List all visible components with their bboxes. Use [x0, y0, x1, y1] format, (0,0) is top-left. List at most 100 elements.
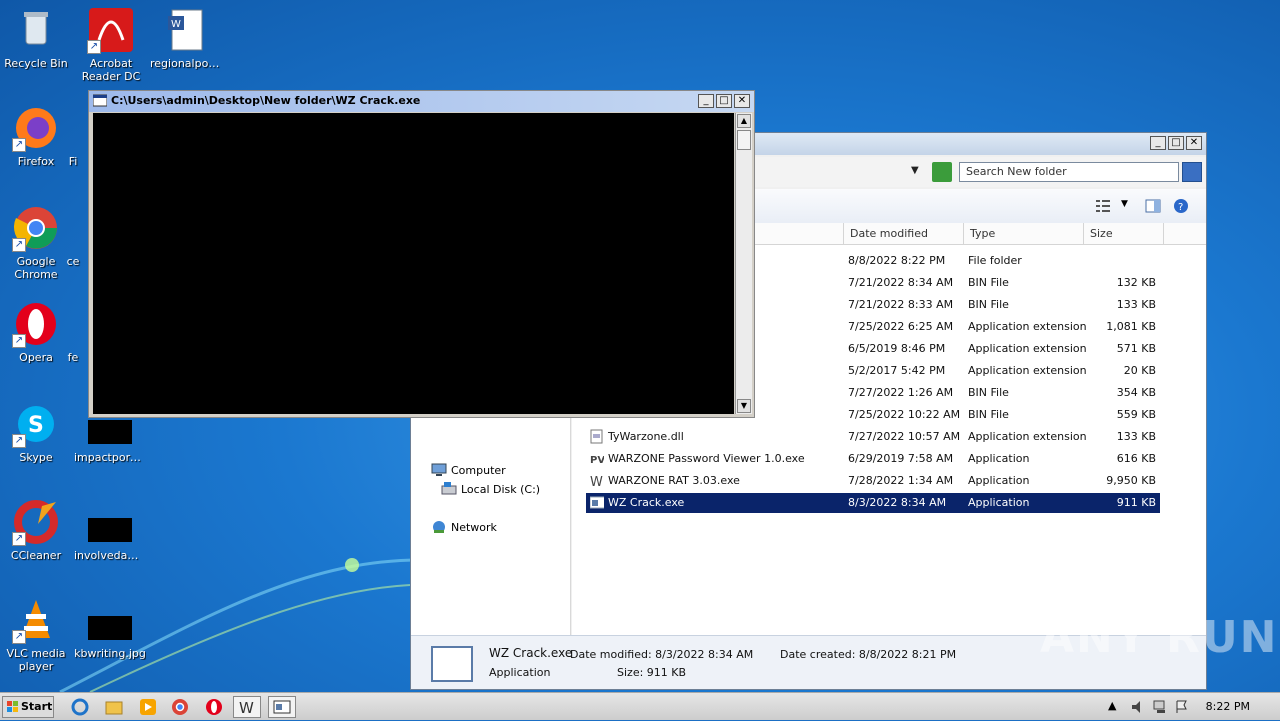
- tray-overflow-icon[interactable]: ▲: [1108, 699, 1116, 712]
- shortcut-arrow-icon: ↗: [12, 138, 26, 152]
- firefox-icon: ↗: [12, 104, 60, 152]
- console-icon: [273, 700, 291, 714]
- file-icon: [63, 104, 83, 152]
- desktop-icon-involvedam[interactable]: involvedam...: [74, 498, 146, 562]
- close-button[interactable]: ✕: [1186, 136, 1202, 150]
- svg-text:PV: PV: [590, 455, 604, 466]
- nav-network[interactable]: Network: [431, 520, 497, 534]
- column-type[interactable]: Type: [963, 223, 1083, 245]
- desktop-icon-acrobat[interactable]: ↗ Acrobat Reader DC: [75, 6, 147, 83]
- minimize-button[interactable]: _: [698, 94, 714, 108]
- file-row[interactable]: PV WARZONE Password Viewer 1.0.exe 6/29/2…: [586, 449, 1160, 469]
- taskbar-explorer[interactable]: [100, 696, 128, 718]
- warzone-app-icon: W: [239, 699, 254, 716]
- address-dropdown-icon[interactable]: ▼: [911, 165, 919, 176]
- desktop-icon-partial-ce[interactable]: ce: [58, 204, 88, 268]
- refresh-icon[interactable]: [932, 162, 952, 182]
- shortcut-arrow-icon: ↗: [12, 238, 26, 252]
- desktop: Recycle Bin ↗ Acrobat Reader DC W region…: [0, 0, 1280, 692]
- svg-text:W: W: [590, 475, 603, 488]
- column-extra: [1163, 223, 1206, 245]
- file-row[interactable]: W WARZONE RAT 3.03.exe 7/28/2022 1:34 AM A…: [586, 471, 1160, 491]
- word-document-icon: W: [162, 6, 210, 54]
- close-button[interactable]: ✕: [734, 94, 750, 108]
- desktop-icon-vlc[interactable]: ↗ VLC media player: [0, 596, 72, 673]
- maximize-button[interactable]: □: [1168, 136, 1184, 150]
- console-icon: [93, 94, 107, 107]
- console-app-icon: [590, 496, 604, 509]
- network-tray-icon[interactable]: [1152, 699, 1168, 715]
- file-icon: [63, 204, 83, 252]
- taskbar: Start W ▲ 8:22 PM: [0, 692, 1280, 720]
- svg-text:S: S: [28, 413, 44, 438]
- console-output[interactable]: [93, 113, 734, 414]
- taskbar-console[interactable]: [268, 696, 296, 718]
- clock[interactable]: 8:22 PM: [1206, 700, 1250, 713]
- console-titlebar[interactable]: C:\Users\admin\Desktop\New folder\WZ Cra…: [89, 91, 754, 112]
- internet-explorer-icon: [71, 698, 89, 716]
- chrome-icon: [172, 699, 188, 715]
- desktop-icon-partial-fi[interactable]: Fi: [58, 104, 88, 168]
- media-player-icon: [140, 699, 156, 715]
- scroll-down-icon[interactable]: ▼: [737, 399, 751, 413]
- speaker-icon[interactable]: [1130, 699, 1146, 715]
- desktop-icon-skype[interactable]: S ↗ Skype: [0, 400, 72, 464]
- shortcut-arrow-icon: ↗: [12, 630, 26, 644]
- network-icon: [433, 521, 445, 533]
- preview-pane-icon[interactable]: [1145, 198, 1161, 214]
- console-scrollbar[interactable]: ▲ ▼: [735, 113, 752, 414]
- ccleaner-icon: ↗: [12, 498, 60, 546]
- acrobat-icon: ↗: [87, 6, 135, 54]
- desktop-icon-recycle-bin[interactable]: Recycle Bin: [0, 6, 72, 70]
- taskbar-chrome[interactable]: [166, 696, 194, 718]
- taskbar-ie[interactable]: [66, 696, 94, 718]
- scroll-up-icon[interactable]: ▲: [737, 114, 751, 128]
- file-thumbnail-icon: [86, 596, 134, 644]
- opera-icon: [206, 699, 222, 715]
- view-options-icon[interactable]: [1095, 198, 1111, 214]
- svg-text:W: W: [239, 699, 254, 716]
- column-size[interactable]: Size: [1083, 223, 1163, 245]
- computer-icon: [431, 463, 447, 476]
- details-date-created: Date created: 8/8/2022 8:21 PM: [780, 648, 957, 661]
- desktop-icon-kbwriting[interactable]: kbwriting.jpg: [74, 596, 146, 660]
- desktop-icon-partial-fe[interactable]: fe: [58, 300, 88, 364]
- search-input[interactable]: Search New folder: [959, 162, 1179, 182]
- maximize-button[interactable]: □: [716, 94, 732, 108]
- taskbar-word[interactable]: W: [233, 696, 261, 718]
- nav-computer[interactable]: Computer: [431, 463, 506, 477]
- warzone-app-icon: W: [590, 475, 603, 488]
- system-tray: ▲ 8:22 PM: [1100, 693, 1280, 721]
- taskbar-opera[interactable]: [200, 696, 228, 718]
- search-icon[interactable]: [1182, 162, 1202, 182]
- anyrun-watermark: ANY RUN: [1040, 612, 1279, 663]
- shortcut-arrow-icon: ↗: [12, 532, 26, 546]
- pv-app-icon: PV: [590, 455, 604, 466]
- desktop-icon-regionalpost[interactable]: W regionalpost...: [150, 6, 222, 70]
- shortcut-arrow-icon: ↗: [12, 334, 26, 348]
- console-title: C:\Users\admin\Desktop\New folder\WZ Cra…: [111, 94, 421, 107]
- svg-text:W: W: [171, 19, 181, 30]
- svg-text:?: ?: [1178, 202, 1183, 213]
- action-center-flag-icon[interactable]: [1174, 699, 1190, 715]
- dll-file-icon: [590, 429, 603, 444]
- view-dropdown-icon[interactable]: ▼: [1121, 199, 1128, 209]
- console-window[interactable]: C:\Users\admin\Desktop\New folder\WZ Cra…: [88, 90, 755, 418]
- nav-local-disk[interactable]: Local Disk (C:): [441, 482, 540, 496]
- details-size: Size: 911 KB: [617, 666, 687, 679]
- start-button[interactable]: Start: [2, 696, 54, 718]
- opera-icon: ↗: [12, 300, 60, 348]
- minimize-button[interactable]: _: [1150, 136, 1166, 150]
- details-date-modified: Date modified: 8/3/2022 8:34 AM: [570, 648, 754, 661]
- file-row-selected[interactable]: WZ Crack.exe 8/3/2022 8:34 AM Application 9…: [586, 493, 1160, 513]
- taskbar-media[interactable]: [134, 696, 162, 718]
- scroll-thumb[interactable]: [737, 130, 751, 150]
- column-date-modified[interactable]: Date modified: [843, 223, 963, 245]
- chrome-icon: ↗: [12, 204, 60, 252]
- recycle-bin-icon: [12, 6, 60, 54]
- vlc-icon: ↗: [12, 596, 60, 644]
- help-icon[interactable]: ?: [1173, 198, 1189, 214]
- application-icon: [431, 646, 473, 682]
- desktop-icon-ccleaner[interactable]: ↗ CCleaner: [0, 498, 72, 562]
- file-row[interactable]: TyWarzone.dll 7/27/2022 10:57 AM Applicati…: [586, 427, 1160, 447]
